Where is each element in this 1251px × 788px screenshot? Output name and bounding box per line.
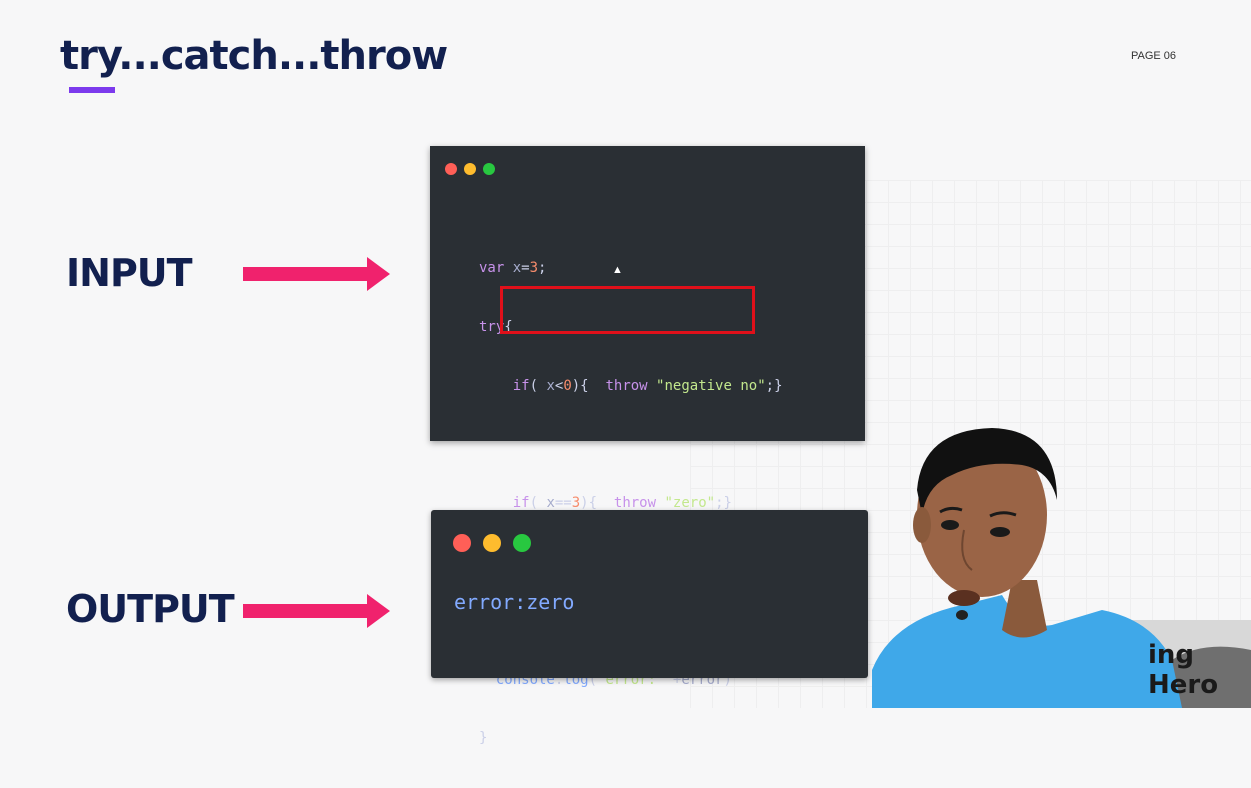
title-underline (69, 87, 115, 93)
output-arrow-icon (243, 594, 390, 628)
highlight-box (500, 286, 755, 334)
code-token: 0 (563, 377, 572, 394)
input-label: INPUT (66, 251, 193, 295)
maximize-dot-icon (483, 163, 495, 175)
minimize-dot-icon (483, 534, 501, 552)
code-token: 3 (571, 495, 581, 512)
close-dot-icon (445, 163, 457, 175)
code-token: throw (613, 495, 657, 512)
code-token: ; (538, 260, 547, 277)
code-token: if (512, 495, 530, 512)
code-token: x (546, 495, 555, 512)
output-window: error:zero (431, 510, 868, 678)
code-token: var (479, 260, 505, 277)
code-line: var x=3; (479, 259, 783, 279)
code-token: = (521, 260, 530, 277)
code-token: ;} (765, 377, 783, 394)
minimize-dot-icon (464, 163, 476, 175)
mouse-cursor-icon: ▲ (612, 264, 623, 276)
page-title: try...catch...throw (60, 33, 448, 79)
code-token: "zero" (656, 495, 716, 512)
code-token: 3 (529, 260, 539, 277)
code-token: if (512, 377, 530, 394)
output-text: error:zero (454, 590, 575, 614)
code-token: ;} (715, 495, 732, 512)
code-token: ( (529, 377, 547, 394)
code-token: throw (605, 377, 648, 394)
input-arrow-icon (243, 257, 390, 291)
code-token: x (546, 377, 555, 394)
code-token: ){ (580, 495, 598, 512)
output-label: OUTPUT (66, 587, 235, 631)
code-line: } (479, 730, 488, 747)
code-token: ){ (571, 377, 589, 394)
code-token: "negative no" (647, 377, 766, 394)
code-line: if( x<0){ throw "negative no";} (479, 377, 783, 397)
page-number: PAGE 06 (1131, 50, 1177, 62)
close-dot-icon (453, 534, 471, 552)
maximize-dot-icon (513, 534, 531, 552)
code-token: ( (529, 495, 547, 512)
watermark-text: ing Hero (1148, 640, 1219, 700)
code-token: == (554, 495, 572, 512)
code-token: x (504, 260, 522, 277)
presenter-video: ing Hero (872, 420, 1251, 708)
